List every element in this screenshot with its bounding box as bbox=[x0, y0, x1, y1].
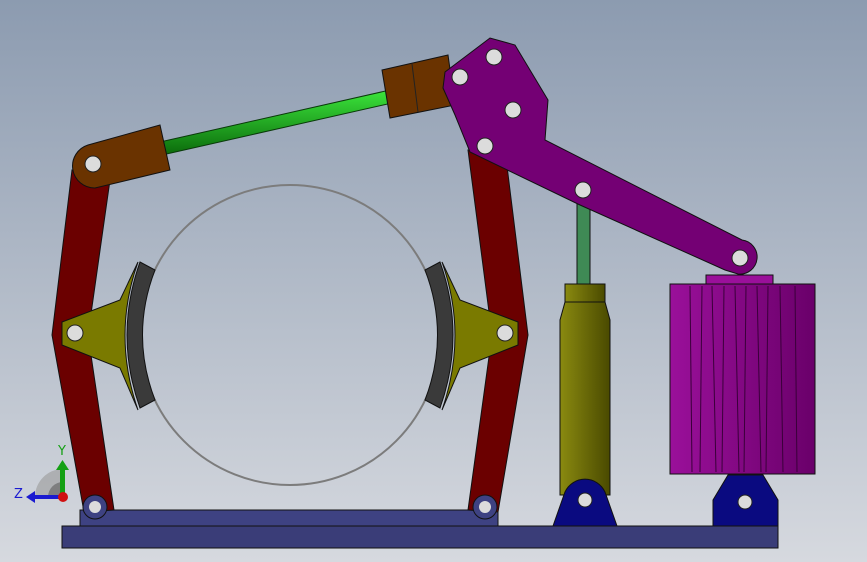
pull-rod bbox=[159, 89, 393, 156]
z-axis-label: Z bbox=[14, 487, 23, 502]
brake-drum bbox=[139, 184, 441, 486]
cad-viewport[interactable]: Y Z bbox=[0, 0, 867, 562]
motor bbox=[669, 274, 816, 527]
y-axis-label: Y bbox=[57, 444, 66, 459]
base-plate bbox=[61, 525, 779, 549]
left-link-block bbox=[72, 124, 171, 189]
brake-base-plate bbox=[79, 509, 499, 527]
right-bottom-pivot bbox=[472, 494, 498, 520]
x-axis-point-icon bbox=[58, 492, 68, 502]
axis-triad[interactable]: Y Z bbox=[14, 444, 69, 503]
hydraulic-thruster bbox=[552, 194, 618, 527]
left-bottom-pivot bbox=[82, 494, 108, 520]
